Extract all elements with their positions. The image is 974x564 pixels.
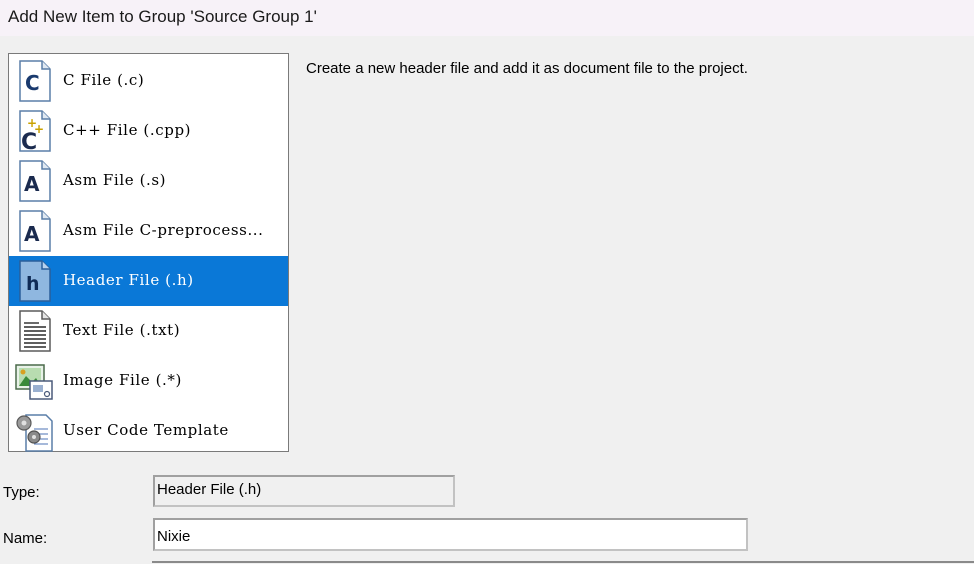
list-item-label: Asm File (.s) xyxy=(63,171,167,189)
list-item-c-file[interactable]: C C File (.c) xyxy=(9,56,288,106)
list-item-label: C File (.c) xyxy=(63,71,145,89)
list-item-asm-file[interactable]: A Asm File (.s) xyxy=(9,156,288,206)
list-item-user-code-template[interactable]: User Code Template xyxy=(9,406,288,456)
file-type-list[interactable]: C C File (.c) C + + C++ File (.cpp) A As… xyxy=(8,53,289,452)
type-label: Type: xyxy=(3,484,40,501)
asm-file-icon: A xyxy=(19,160,51,202)
list-item-text-file[interactable]: Text File (.txt) xyxy=(9,306,288,356)
list-item-cpp-file[interactable]: C + + C++ File (.cpp) xyxy=(9,106,288,156)
user-code-template-icon xyxy=(16,414,53,452)
type-field: Header File (.h) xyxy=(153,475,455,507)
svg-text:A: A xyxy=(24,172,40,196)
list-item-label: C++ File (.cpp) xyxy=(63,121,192,139)
text-file-icon xyxy=(19,310,51,352)
window-title: Add New Item to Group 'Source Group 1' xyxy=(8,7,317,26)
c-file-icon: C xyxy=(19,60,51,102)
list-item-header-file[interactable]: h Header File (.h) xyxy=(9,256,288,306)
header-file-icon: h xyxy=(19,260,51,302)
list-item-asm-preprocess-file[interactable]: A Asm File C-preprocess... xyxy=(9,206,288,256)
svg-text:h: h xyxy=(26,273,40,295)
item-description: Create a new header file and add it as d… xyxy=(306,60,748,77)
svg-text:C: C xyxy=(25,71,40,95)
svg-text:+: + xyxy=(34,122,44,136)
name-label: Name: xyxy=(3,530,48,547)
name-input[interactable] xyxy=(153,518,748,551)
list-item-label: Asm File C-preprocess... xyxy=(63,221,264,239)
list-item-image-file[interactable]: Image File (.*) xyxy=(9,356,288,406)
title-bar: Add New Item to Group 'Source Group 1' xyxy=(0,0,974,36)
list-item-label: Header File (.h) xyxy=(63,271,194,289)
asm-preprocess-file-icon: A xyxy=(19,210,51,252)
svg-text:A: A xyxy=(24,222,40,246)
list-item-label: Text File (.txt) xyxy=(63,321,181,339)
image-file-icon xyxy=(15,364,53,400)
location-field-edge xyxy=(152,561,974,563)
cpp-file-icon: C + + xyxy=(19,110,51,153)
list-item-label: Image File (.*) xyxy=(63,371,182,389)
list-item-label: User Code Template xyxy=(63,421,229,439)
